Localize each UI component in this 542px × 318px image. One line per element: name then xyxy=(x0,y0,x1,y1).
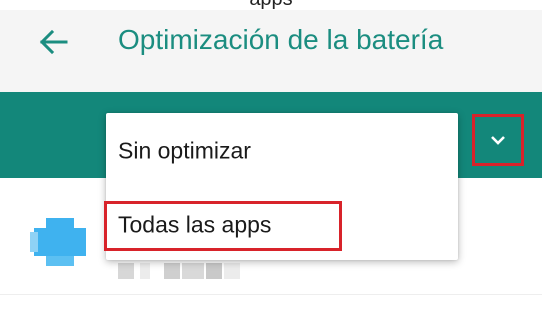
back-button[interactable] xyxy=(34,22,74,62)
filter-dropdown-button[interactable] xyxy=(472,114,524,166)
divider xyxy=(0,294,542,295)
menu-item-label: Todas las apps xyxy=(118,211,272,238)
chevron-down-icon xyxy=(491,136,505,145)
app-subtitle-blurred xyxy=(118,263,240,279)
page-title: Optimización de la batería xyxy=(118,24,444,55)
status-strip: apps xyxy=(0,0,542,10)
menu-item-todas-las-apps[interactable]: Todas las apps xyxy=(106,195,458,255)
app-icon xyxy=(30,218,90,266)
menu-item-sin-optimizar[interactable]: Sin optimizar xyxy=(106,121,458,181)
filter-menu: Sin optimizar Todas las apps xyxy=(106,113,458,260)
menu-item-label: Sin optimizar xyxy=(118,137,251,164)
cut-off-text: apps xyxy=(0,0,542,10)
arrow-back-icon xyxy=(39,29,68,55)
